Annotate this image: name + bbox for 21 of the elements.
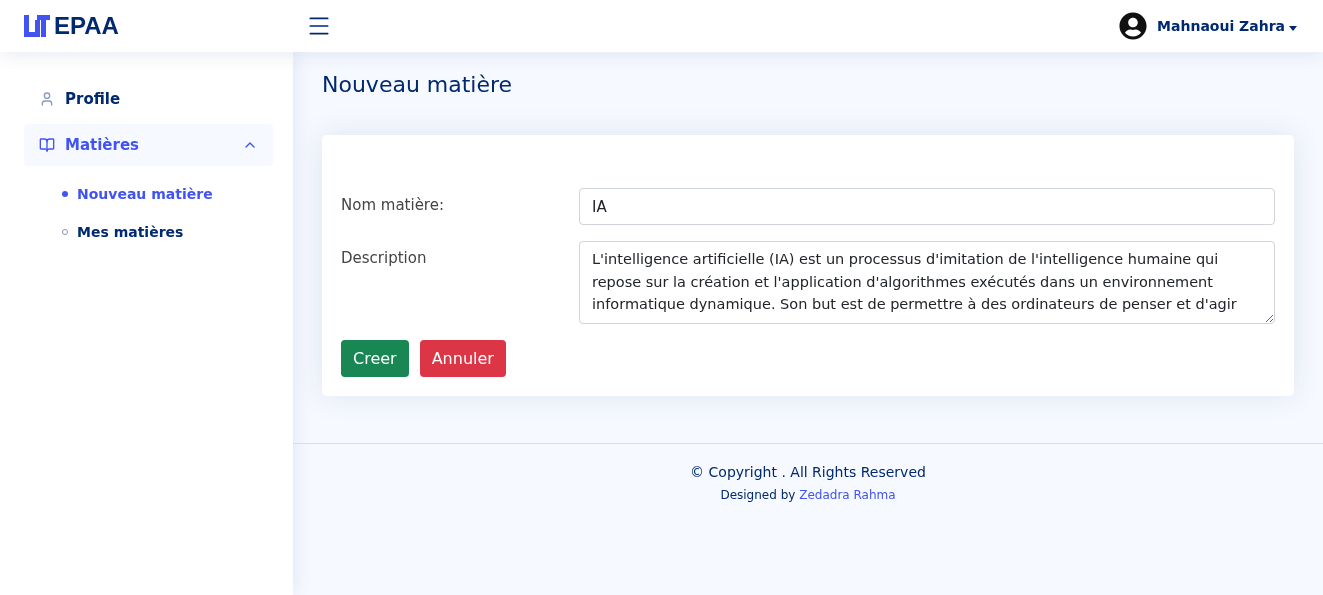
submenu-item[interactable]: Mes matières [62, 214, 273, 250]
description-field[interactable]: L'intelligence artificielle (IA) est un processus d'imitation de l'intelligence humaine qui repose sur la création et l'application d'algorithmes exécutés dans un environnement informatique dynamique. Son but est de permettre à des ordinateurs de penser et d'agir [579, 241, 1275, 324]
submenu-item[interactable]: Nouveau matière [62, 176, 273, 212]
create-button[interactable]: Creer [341, 340, 409, 377]
field-label: Nom matière: [341, 195, 445, 214]
brand-name: EPAA [54, 12, 119, 40]
copyright-text: © Copyright . All Rights Reserved [690, 464, 926, 480]
book-icon [39, 137, 55, 153]
page-title: Nouveau matière [322, 72, 514, 97]
designer-link[interactable]: Zedadra Rahma [799, 488, 896, 502]
sidebar-item[interactable]: Matières [24, 124, 273, 166]
user-menu[interactable]: Mahnaoui Zahra [1113, 11, 1303, 41]
avatar-icon [1119, 12, 1148, 40]
cancel-button[interactable]: Annuler [419, 340, 506, 377]
caret-icon [1289, 26, 1297, 31]
name-field[interactable]: IA [579, 188, 1275, 225]
user-icon [39, 91, 55, 107]
credits-text: Designed by Zedadra Rahma [720, 488, 896, 502]
logo-icon [24, 15, 50, 37]
sidebar-item[interactable]: Profile [24, 78, 273, 120]
field-label: Description [341, 248, 428, 267]
